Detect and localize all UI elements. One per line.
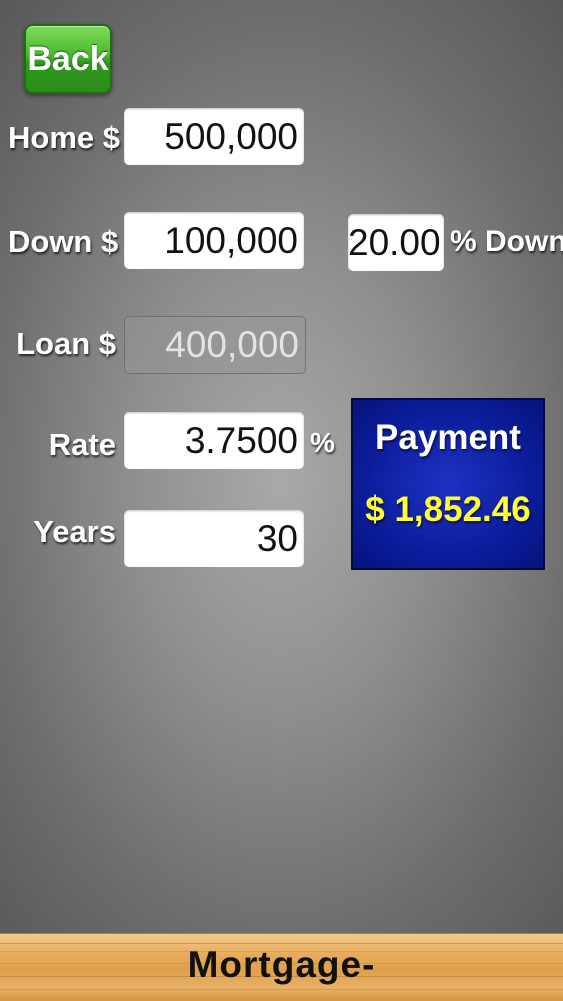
- loan-amount-field: 400,000: [124, 316, 306, 374]
- payment-panel: Payment $ 1,852.46: [351, 398, 545, 570]
- loan-label: Loan $: [16, 326, 116, 361]
- home-price-field[interactable]: 500,000: [124, 108, 304, 165]
- rate-label: Rate: [48, 427, 116, 462]
- payment-title: Payment: [375, 418, 521, 457]
- percent-down-label: % Down: [450, 225, 563, 258]
- down-label: Down $: [8, 224, 119, 259]
- loan-years-field[interactable]: 30: [124, 510, 304, 567]
- payment-amount: $ 1,852.46: [365, 490, 531, 529]
- home-label: Home $: [8, 120, 120, 155]
- interest-rate-field[interactable]: 3.7500: [124, 412, 304, 469]
- down-payment-field[interactable]: 100,000: [124, 212, 304, 269]
- years-label: Years: [33, 514, 116, 549]
- rate-percent-label: %: [310, 427, 335, 458]
- app-title: Mortgage-: [187, 944, 376, 985]
- bottom-title-bar: Mortgage-: [0, 933, 563, 1001]
- down-percent-field[interactable]: 20.00: [348, 214, 444, 271]
- back-button[interactable]: Back: [24, 24, 112, 94]
- mortgage-calculator-screen: Back Home $ 500,000 Down $ 100,000 20.00…: [0, 0, 563, 1001]
